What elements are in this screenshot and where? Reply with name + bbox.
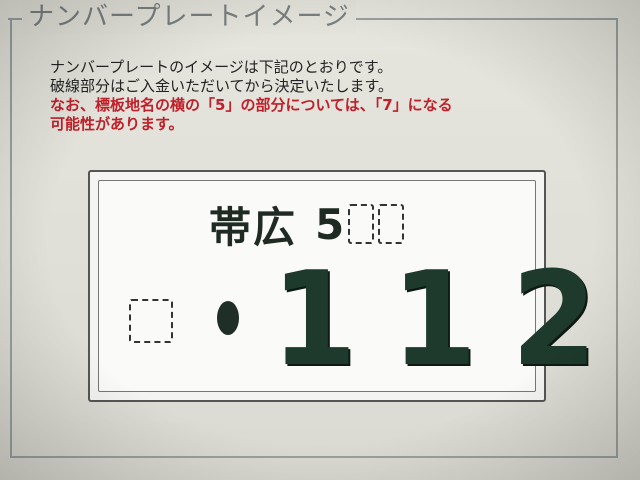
description: ナンバープレートのイメージは下記のとおりです。 破線部分はご入金いただいてから決… bbox=[50, 58, 610, 134]
note-line-1: なお、標板地名の横の「5」の部分については、「7」になる bbox=[50, 96, 453, 114]
plate-class-number: 5 bbox=[315, 199, 345, 249]
section-legend: ナンバープレートイメージ bbox=[22, 0, 356, 34]
undecided-hiragana-box bbox=[129, 299, 173, 343]
plate-dot-separator bbox=[217, 301, 239, 335]
screen: ナンバープレートイメージ ナンバープレートのイメージは下記のとおりです。 破線部… bbox=[0, 0, 640, 480]
undecided-class-digit-box bbox=[348, 204, 375, 244]
undecided-class-digit-box bbox=[378, 204, 405, 244]
license-plate-image: 帯広 5 112 bbox=[88, 170, 597, 402]
description-line-2: 破線部分はご入金いただいてから決定いたします。 bbox=[50, 77, 394, 95]
note-line-2: 可能性があります。 bbox=[50, 115, 184, 133]
license-plate-inner-frame: 帯広 5 112 bbox=[98, 180, 597, 392]
description-line-1: ナンバープレートのイメージは下記のとおりです。 bbox=[50, 58, 393, 76]
plate-serial-number: 112 bbox=[271, 243, 632, 395]
